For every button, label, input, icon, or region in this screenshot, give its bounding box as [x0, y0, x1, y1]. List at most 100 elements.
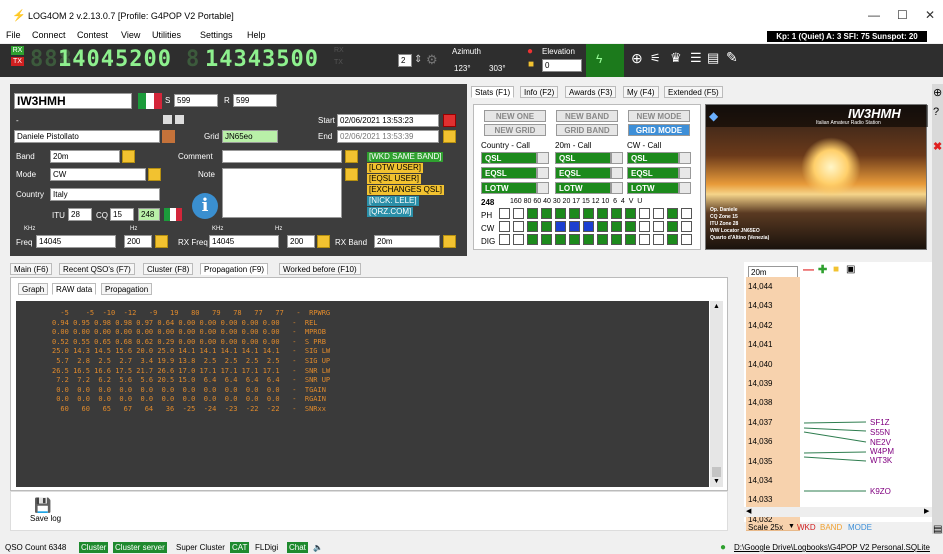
status-cluster-server[interactable]: Cluster server — [113, 542, 167, 553]
rxfreq-lock-icon[interactable] — [317, 235, 330, 248]
floppy-icon[interactable]: 💾 — [34, 497, 51, 514]
scale-dropdown-icon[interactable]: ▼ — [788, 523, 795, 530]
note-lock-icon[interactable] — [345, 168, 358, 181]
grid-input[interactable]: JN65eo — [222, 130, 278, 143]
lock-icon[interactable]: ■ — [528, 59, 534, 70]
list-icon[interactable]: ☰ — [690, 50, 702, 66]
status-cat[interactable]: CAT — [230, 542, 250, 553]
scroll-thumb[interactable] — [712, 467, 721, 477]
spinner-icon[interactable]: ⇕ — [414, 54, 422, 65]
speaker-icon[interactable]: 🔈 — [311, 542, 325, 553]
maximize-button[interactable]: ☐ — [897, 8, 908, 22]
spot-ne2v[interactable]: NE2V — [870, 438, 891, 447]
database-path[interactable]: D:\Google Drive\Logbooks\G4POP V2 Person… — [732, 542, 932, 553]
status-chat[interactable]: Chat — [287, 542, 308, 553]
menu-connect[interactable]: Connect — [32, 30, 66, 40]
pen-icon[interactable]: ✎ — [726, 49, 738, 66]
vfo-b-frequency[interactable]: 14343500 — [205, 47, 319, 72]
country-select[interactable]: Italy — [50, 188, 160, 201]
callsign-input[interactable]: IW3HMH — [14, 93, 132, 109]
help-circle-icon[interactable]: ? — [933, 106, 939, 118]
spot-wt3k[interactable]: WT3K — [870, 456, 892, 465]
scroll-right-icon[interactable]: ▶ — [924, 507, 929, 515]
rst-rcvd-input[interactable]: 599 — [233, 94, 277, 107]
menu-contest[interactable]: Contest — [77, 30, 108, 40]
panel-toggle-icon[interactable]: ▤ — [933, 524, 942, 535]
minimize-button[interactable]: — — [868, 8, 880, 22]
band-lock-icon[interactable] — [122, 150, 135, 163]
bandmap-lock-icon[interactable]: ■ — [833, 264, 839, 275]
tab-my[interactable]: My (F4) — [623, 86, 659, 98]
tab-stats[interactable]: Stats (F1) — [471, 86, 515, 98]
mode-lock-icon[interactable] — [148, 168, 161, 181]
status-cluster[interactable]: Cluster — [79, 542, 109, 553]
tab-extended[interactable]: Extended (F5) — [664, 86, 723, 98]
freq-khz-input[interactable]: 14045 — [36, 235, 116, 248]
rxfreq-hz-input[interactable]: 200 — [287, 235, 315, 248]
tab-main[interactable]: Main (F6) — [10, 263, 53, 275]
tab-awards[interactable]: Awards (F3) — [565, 86, 617, 98]
end-datetime[interactable]: 02/06/2021 13:53:39 — [337, 130, 439, 143]
crown-icon[interactable]: ♛ — [670, 50, 682, 66]
name-input[interactable]: Daniele Pistollato — [14, 130, 160, 143]
status-fldigi[interactable]: FLDigi — [253, 542, 280, 553]
bandmap-hscroll[interactable]: ◀ ▶ — [744, 507, 934, 517]
comment-lock-icon[interactable] — [345, 150, 358, 163]
delete-icon[interactable]: ✖ — [933, 140, 942, 153]
rxband-lock-icon[interactable] — [443, 235, 456, 248]
remove-icon[interactable]: — — [803, 264, 814, 276]
menu-file[interactable]: File — [6, 30, 21, 40]
gear-icon[interactable]: ⚙ — [426, 52, 438, 68]
raw-scrollbar[interactable]: ▲ ▼ — [710, 301, 723, 487]
tab-cluster[interactable]: Cluster (F8) — [143, 263, 194, 275]
tab-propagation[interactable]: Propagation (F9) — [200, 263, 269, 275]
freq-lock-icon[interactable] — [155, 235, 168, 248]
scroll-down-icon[interactable]: ▼ — [713, 478, 720, 485]
scale-select[interactable]: Scale 25x — [748, 523, 783, 532]
add-circle-icon[interactable]: ⊕ — [933, 86, 942, 99]
globe-icon[interactable]: ⊕ — [631, 50, 643, 67]
tab-info[interactable]: Info (F2) — [520, 86, 559, 98]
mode-select[interactable]: CW — [50, 168, 146, 181]
info-icon[interactable]: i — [192, 193, 218, 219]
rxband-select[interactable]: 20m — [374, 235, 440, 248]
note-textarea[interactable] — [222, 168, 342, 218]
rst-sent-input[interactable]: 599 — [174, 94, 218, 107]
spot-w4pm[interactable]: W4PM — [870, 447, 894, 456]
elevation-input[interactable]: 0 — [542, 59, 582, 72]
status-super-cluster[interactable]: Super Cluster — [174, 542, 227, 553]
spot-s55n[interactable]: S55N — [870, 428, 890, 437]
rxfreq-khz-input[interactable]: 14045 — [209, 235, 279, 248]
start-datetime[interactable]: 02/06/2021 13:53:23 — [337, 114, 439, 127]
subtab-graph[interactable]: Graph — [18, 283, 49, 295]
tab-recent-qsos[interactable]: Recent QSO's (F7) — [59, 263, 135, 275]
rotator-stop-icon[interactable]: ● — [527, 46, 533, 57]
small-box-2[interactable] — [175, 115, 184, 124]
menu-help[interactable]: Help — [247, 30, 266, 40]
spot-sf1z[interactable]: SF1Z — [870, 418, 890, 427]
card-icon[interactable]: ▤ — [707, 50, 719, 66]
itu-select[interactable]: 28 — [68, 208, 92, 221]
band-select[interactable]: 20m — [50, 150, 120, 163]
tab-worked-before[interactable]: Worked before (F10) — [279, 263, 361, 275]
vfo-a-frequency[interactable]: 14045200 — [58, 47, 172, 72]
name-lookup-icon[interactable] — [162, 130, 175, 143]
subtab-raw-data[interactable]: RAW data — [52, 283, 97, 295]
satellite-icon[interactable]: ⚟ — [650, 51, 661, 65]
scroll-left-icon[interactable]: ◀ — [746, 507, 751, 515]
spot-k9zo[interactable]: K9ZO — [870, 487, 891, 496]
scroll-up-icon[interactable]: ▲ — [713, 303, 720, 310]
start-reset-button[interactable] — [443, 114, 456, 127]
subtab-propagation[interactable]: Propagation — [101, 283, 153, 295]
add-icon[interactable]: ✚ — [818, 263, 827, 276]
vfo-selector[interactable]: 2 — [398, 54, 412, 67]
comment-input[interactable] — [222, 150, 342, 163]
menu-utilities[interactable]: Utilities — [152, 30, 181, 40]
menu-settings[interactable]: Settings — [200, 30, 233, 40]
menu-view[interactable]: View — [121, 30, 140, 40]
small-box-1[interactable] — [163, 115, 172, 124]
close-button[interactable]: ✕ — [925, 8, 935, 22]
tag-qrz-link[interactable]: [QRZ.COM] — [367, 207, 414, 217]
freq-hz-input[interactable]: 200 — [124, 235, 152, 248]
camera-icon[interactable]: ▣ — [846, 264, 855, 275]
